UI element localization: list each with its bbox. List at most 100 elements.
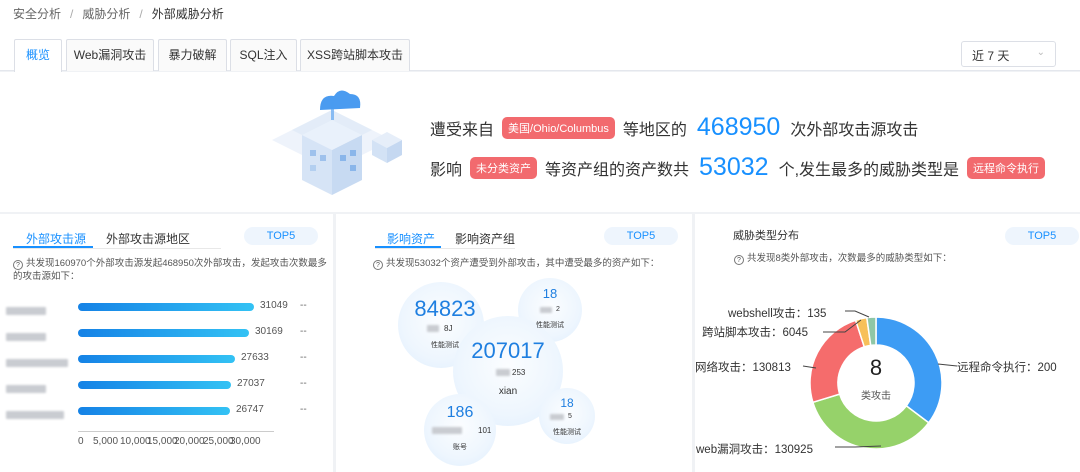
masked-source-label [6, 307, 46, 315]
breadcrumb: 安全分析/威胁分析/外部威胁分析 [0, 0, 1080, 28]
asset-bubble-value: 18 [518, 286, 582, 301]
affected-description: ?共发现53032个资产遭受到外部攻击，其中遭受最多的资产如下： [373, 257, 692, 270]
help-icon: ? [373, 260, 383, 270]
donut-center-label: 类攻击 [838, 387, 914, 402]
asset-bubble-value: 18 [539, 396, 595, 410]
tab-xss[interactable]: XSS跨站脚本攻击 [300, 39, 410, 71]
masked-asset-name [550, 414, 564, 420]
threat-type-badge[interactable]: 远程命令执行 [967, 157, 1045, 179]
masked-source-label [6, 333, 46, 341]
asset-bubble-label: 性能测试 [539, 427, 595, 437]
threat-donut-chart[interactable] [695, 214, 1080, 472]
tab-overview[interactable]: 概览 [14, 39, 62, 72]
asset-name-partial: 253 [512, 368, 525, 377]
attack-source-extra: -- [300, 300, 307, 311]
asset-name-partial: 5 [568, 413, 572, 420]
attack-source-bar-value: 30169 [255, 326, 283, 337]
attack-source-description: ?共发现160970个外部攻击源发起468950次外部攻击，发起攻击次数最多的攻… [13, 257, 333, 283]
attack-source-extra: -- [300, 404, 307, 415]
asset-bubble-label: 性能测试 [518, 320, 582, 330]
tab-affected-asset-groups[interactable]: 影响资产组 [455, 230, 515, 247]
summary-banner: 遭受来自 美国/Ohio/Columbus 等地区的 468950 次外部攻击源… [0, 72, 1080, 212]
x-axis-tick-label: 0 [78, 436, 84, 447]
summary-line1-mid: 等地区的 [623, 116, 687, 140]
label-webshell: webshell攻击：135 [728, 305, 826, 321]
period-select[interactable]: 近 7 天 ⌄ [961, 41, 1056, 67]
tab-attack-region[interactable]: 外部攻击源地区 [106, 230, 190, 247]
threat-type-card: 威胁类型分布 TOP5 ?共发现8类外部攻击，次数最多的威胁类型如下： 8 类攻… [695, 214, 1080, 472]
attack-source-card: 外部攻击源 外部攻击源地区 TOP5 ?共发现160970个外部攻击源发起468… [0, 214, 333, 472]
asset-bubble-value: 84823 [398, 296, 492, 322]
asset-name-partial: 2 [556, 306, 560, 313]
x-axis-tick-label: 15,000 [147, 436, 178, 447]
label-rce: 远程命令执行：200 [957, 359, 1057, 375]
top5-toggle[interactable]: TOP5 [604, 227, 678, 245]
top-region-badge[interactable]: 美国/Ohio/Columbus [502, 117, 615, 139]
asset-count: 53032 [699, 153, 769, 182]
attack-source-bar-value: 31049 [260, 300, 288, 311]
x-axis-tick-label: 25,000 [203, 436, 234, 447]
breadcrumb-separator: / [70, 7, 73, 21]
masked-source-label [6, 359, 68, 367]
attack-source-bar-value: 27633 [241, 352, 269, 363]
donut-leader-line [938, 364, 957, 366]
x-axis-line [78, 431, 274, 432]
attack-source-extra: -- [300, 352, 307, 363]
masked-asset-name [427, 325, 439, 332]
asset-name-partial: 8J [444, 324, 452, 333]
attack-source-bar[interactable] [78, 303, 254, 311]
label-xss: 跨站脚本攻击：6045 [702, 324, 808, 340]
label-network: 网络攻击：130813 [695, 359, 791, 375]
tab-web-vuln[interactable]: Web漏洞攻击 [66, 39, 154, 71]
help-icon: ? [13, 260, 23, 270]
attack-source-desc-text: 共发现160970个外部攻击源发起468950次外部攻击，发起攻击次数最多的攻击… [13, 258, 327, 282]
attack-count: 468950 [697, 113, 780, 142]
x-axis-tick-label: 30,000 [230, 436, 261, 447]
tab-affected-assets[interactable]: 影响资产 [387, 230, 435, 247]
tab-attack-source[interactable]: 外部攻击源 [26, 230, 86, 247]
affected-assets-card: 影响资产 影响资产组 TOP5 ?共发现53032个资产遭受到外部攻击，其中遭受… [336, 214, 692, 472]
summary-line2-suffix: 个,发生最多的威胁类型是 [779, 156, 959, 180]
label-web-vuln: web漏洞攻击：130925 [696, 441, 813, 457]
summary-line-1: 遭受来自 美国/Ohio/Columbus 等地区的 468950 次外部攻击源… [430, 113, 918, 142]
breadcrumb-separator: / [139, 7, 142, 21]
donut-center-number: 8 [838, 355, 914, 381]
chevron-down-icon: ⌄ [1037, 47, 1045, 58]
asset-bubble-label: 账号 [424, 442, 496, 452]
breadcrumb-threat-analysis[interactable]: 威胁分析 [82, 7, 130, 21]
attack-source-bar[interactable] [78, 329, 249, 337]
summary-line-2: 影响 未分类资产 等资产组的资产数共 53032 个,发生最多的威胁类型是 远程… [430, 153, 1053, 182]
attack-source-bar[interactable] [78, 355, 235, 363]
cloud-server-illustration [262, 80, 412, 210]
x-axis-tick-label: 10,000 [120, 436, 151, 447]
tab-bar: 概览 Web漏洞攻击 暴力破解 SQL注入 XSS跨站脚本攻击 近 7 天 ⌄ [0, 28, 1080, 71]
summary-line2-prefix: 影响 [430, 156, 462, 180]
affected-desc-text: 共发现53032个资产遭受到外部攻击，其中遭受最多的资产如下： [386, 258, 659, 269]
x-axis-tick-label: 5,000 [93, 436, 118, 447]
masked-source-label [6, 385, 46, 393]
asset-name-partial: 101 [478, 426, 491, 435]
attack-source-bar[interactable] [78, 407, 230, 415]
donut-leader-line [845, 311, 869, 317]
breadcrumb-security-analysis[interactable]: 安全分析 [13, 7, 61, 21]
summary-line1-prefix: 遭受来自 [430, 116, 494, 140]
attack-source-bar-value: 26747 [236, 404, 264, 415]
attack-source-bar[interactable] [78, 381, 231, 389]
attack-source-bar-value: 27037 [237, 378, 265, 389]
asset-bubble-value: 186 [424, 404, 496, 422]
masked-source-label [6, 411, 64, 419]
tab-divider [375, 248, 515, 249]
top5-toggle[interactable]: TOP5 [244, 227, 318, 245]
asset-group-badge[interactable]: 未分类资产 [470, 157, 537, 179]
tab-brute-force[interactable]: 暴力破解 [158, 39, 227, 71]
attack-source-extra: -- [300, 378, 307, 389]
period-select-value: 近 7 天 [972, 49, 1009, 63]
masked-asset-name [540, 307, 552, 313]
attack-source-extra: -- [300, 326, 307, 337]
summary-line1-suffix: 次外部攻击源攻击 [790, 116, 918, 140]
masked-asset-name [432, 427, 462, 434]
x-axis-tick-label: 20,000 [174, 436, 205, 447]
tab-sql-injection[interactable]: SQL注入 [230, 39, 297, 71]
tab-divider [13, 248, 221, 249]
masked-asset-name [496, 369, 510, 376]
